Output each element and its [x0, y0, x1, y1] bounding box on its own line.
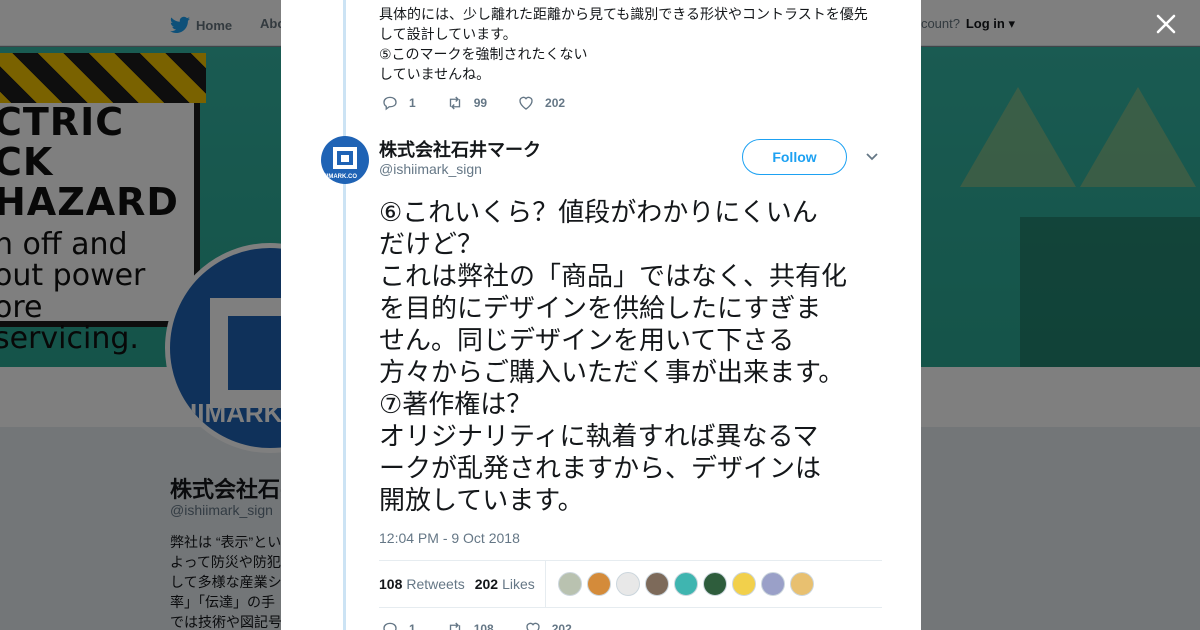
previous-tweet-actions: 1 99 202 [381, 94, 595, 112]
like-count: 202 [551, 622, 572, 630]
tweet-line: これは弊社の「商品」ではなく、共有化 [379, 261, 848, 291]
logo-mark-icon [333, 147, 357, 169]
previous-tweet-line: していませんね。 [379, 66, 491, 82]
author-handle[interactable]: @ishiimark_sign [379, 161, 482, 177]
liker-avatar[interactable] [644, 572, 669, 596]
previous-tweet-text: 具体的には、少し離れた距離から見ても識別できる形状やコントラストを優先 して設計… [379, 4, 879, 84]
reply-count: 1 [409, 96, 416, 110]
likes-stat-label: Likes [502, 576, 535, 592]
tweet-line: オリジナリティに執着すれば異なるマ [379, 421, 819, 451]
author-avatar[interactable]: IIMARK.CO [321, 136, 369, 184]
follow-button[interactable]: Follow [742, 139, 847, 175]
liker-avatar[interactable] [615, 572, 640, 596]
retweet-button[interactable]: 99 [446, 94, 487, 112]
retweets-stat[interactable]: 108 Retweets [379, 576, 465, 592]
retweet-button[interactable]: 108 [446, 620, 494, 630]
retweets-stat-label: Retweets [406, 576, 465, 592]
previous-tweet-line: 具体的には、少し離れた距離から見ても識別できる形状やコントラストを優先 [379, 6, 868, 22]
liker-avatar[interactable] [673, 572, 698, 596]
likes-stat[interactable]: 202 Likes [475, 576, 535, 592]
reply-icon [383, 96, 397, 111]
liker-avatar[interactable] [586, 572, 611, 596]
heart-icon [519, 96, 533, 110]
liker-avatar[interactable] [760, 572, 785, 596]
like-button[interactable]: 202 [517, 94, 565, 112]
previous-tweet-line: ⑤このマークを強制されたくない [379, 46, 588, 62]
previous-tweet-line: して設計しています。 [379, 26, 517, 42]
close-button[interactable] [1154, 12, 1178, 36]
tweet-line: ークが乱発されますから、デザインは [379, 453, 822, 483]
thread-connector [343, 0, 346, 630]
liker-avatar[interactable] [731, 572, 756, 596]
tweet-line: ⑦著作権は？ [379, 389, 533, 419]
heart-icon [526, 622, 540, 630]
tweet-timestamp[interactable]: 12:04 PM - 9 Oct 2018 [379, 530, 520, 546]
retweet-icon [449, 96, 460, 110]
retweet-count: 108 [473, 622, 494, 630]
reply-count: 1 [409, 622, 416, 630]
retweet-count: 99 [473, 96, 488, 110]
tweet-line: 方々からご購入いただく事が出来ます。 [379, 357, 845, 387]
tweet-stats: 108 Retweets 202 Likes [379, 560, 882, 608]
likes-stat-count: 202 [474, 576, 499, 592]
tweet-line: だけど？ [379, 229, 484, 259]
tweet-line: を目的にデザインを供給したにすぎま [379, 293, 822, 323]
tweet-line: 開放しています。 [379, 485, 584, 515]
avatar-label: IIMARK.CO [325, 174, 357, 180]
author-name[interactable]: 株式会社石井マーク [379, 136, 541, 162]
liker-avatar[interactable] [702, 572, 727, 596]
like-button[interactable]: 202 [524, 620, 572, 630]
liker-avatar[interactable] [789, 572, 814, 596]
tweet-actions: 1 108 202 [381, 620, 602, 630]
retweets-stat-count: 108 [379, 576, 403, 592]
chevron-down-icon[interactable] [865, 150, 879, 164]
like-count: 202 [545, 96, 566, 110]
stats-divider [544, 560, 546, 608]
tweet-modal: 具体的には、少し離れた距離から見ても識別できる形状やコントラストを優先 して設計… [281, 0, 921, 630]
liker-avatar[interactable] [557, 572, 582, 596]
reply-button[interactable]: 1 [381, 620, 416, 630]
close-icon [1156, 14, 1176, 34]
liker-avatars [557, 572, 814, 596]
tweet-text: ⑥これいくら？値段がわかりにくいん だけど？ これは弊社の「商品」ではなく、共有… [379, 196, 889, 516]
reply-button[interactable]: 1 [381, 94, 416, 112]
tweet-line: ⑥これいくら？値段がわかりにくいん [379, 197, 818, 227]
retweet-icon [449, 622, 460, 630]
reply-icon [383, 622, 397, 630]
tweet-line: せん。同じデザインを用いて下さる [379, 325, 795, 355]
